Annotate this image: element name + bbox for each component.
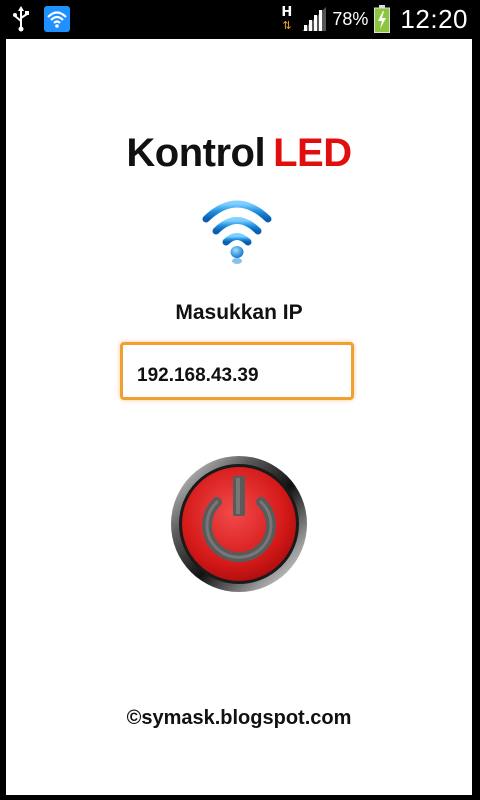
clock: 12:20 bbox=[400, 3, 468, 34]
power-icon bbox=[171, 456, 307, 592]
signal-icon bbox=[302, 7, 327, 31]
usb-icon bbox=[12, 6, 30, 32]
battery-percent: 78% bbox=[332, 8, 369, 29]
status-bar: H ⇅ 78% 12:20 bbox=[0, 0, 480, 38]
wifi-icon bbox=[200, 189, 274, 267]
power-button[interactable] bbox=[169, 454, 309, 594]
ip-label: Masukkan IP bbox=[175, 301, 303, 324]
title-led: LED bbox=[273, 131, 352, 175]
title-kontrol: Kontrol bbox=[126, 131, 266, 175]
app-title: Kontrol LED bbox=[6, 131, 472, 176]
hplus-data-icon: H ⇅ bbox=[281, 5, 293, 32]
battery-charging-icon bbox=[374, 5, 391, 33]
footer-credit: ©symask.blogspot.com bbox=[126, 707, 352, 729]
network-type-label: H bbox=[281, 5, 293, 20]
app-screen: Kontrol LED Masukkan IP 192.168.43.39 ©s… bbox=[6, 39, 472, 795]
wifi-notification-icon bbox=[44, 6, 70, 32]
ip-input[interactable] bbox=[120, 342, 354, 400]
